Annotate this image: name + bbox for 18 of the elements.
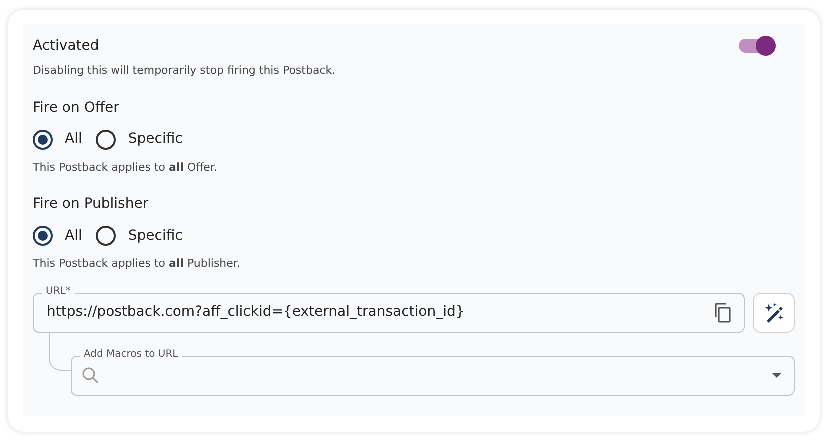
radio-option[interactable]: All — [33, 226, 82, 246]
help-text: This Postback applies to all Offer. — [33, 160, 218, 176]
section-title: Fire on Offer — [33, 98, 120, 118]
setting-label: Activated — [33, 36, 100, 56]
magic-wand-button[interactable] — [753, 292, 795, 332]
help-text: This Postback applies to all Publisher. — [33, 256, 242, 272]
help-text: Disabling this will temporarily stop firing this Postback. — [33, 63, 337, 79]
radio-option[interactable]: All — [33, 129, 82, 150]
toggle-switch[interactable] — [738, 36, 776, 56]
url-field[interactable]: https://postback.com?aff_clickid={external_transaction_id} — [33, 292, 745, 332]
caret-icon[interactable] — [772, 372, 782, 378]
copy-icon[interactable] — [714, 302, 732, 322]
leader-line — [49, 332, 71, 370]
section-title: Fire on Publisher — [33, 195, 150, 214]
search-icon — [82, 366, 100, 384]
radio-option[interactable]: Specific — [96, 226, 183, 246]
radio-option[interactable]: Specific — [96, 129, 183, 150]
magic-wand-icon — [763, 302, 785, 324]
